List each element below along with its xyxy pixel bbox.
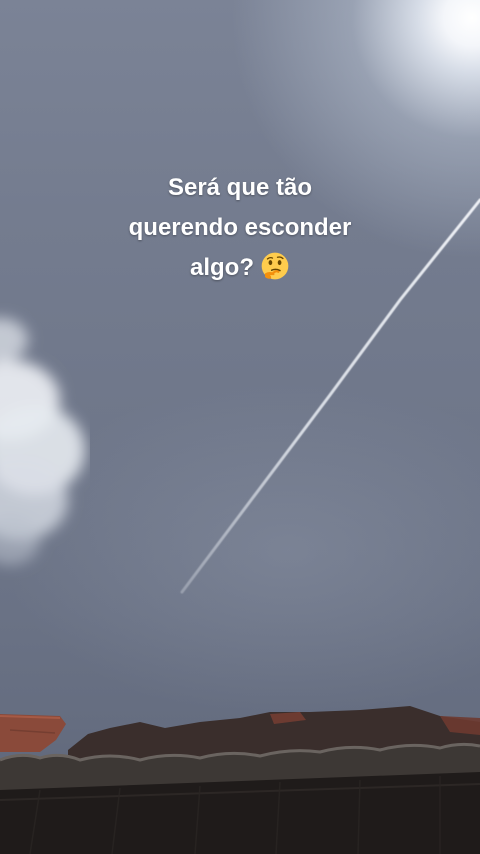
tile-roof-left xyxy=(0,714,66,752)
photo-scene: Será que tão querendo esconder algo? xyxy=(0,0,480,854)
rooftops xyxy=(0,706,480,854)
